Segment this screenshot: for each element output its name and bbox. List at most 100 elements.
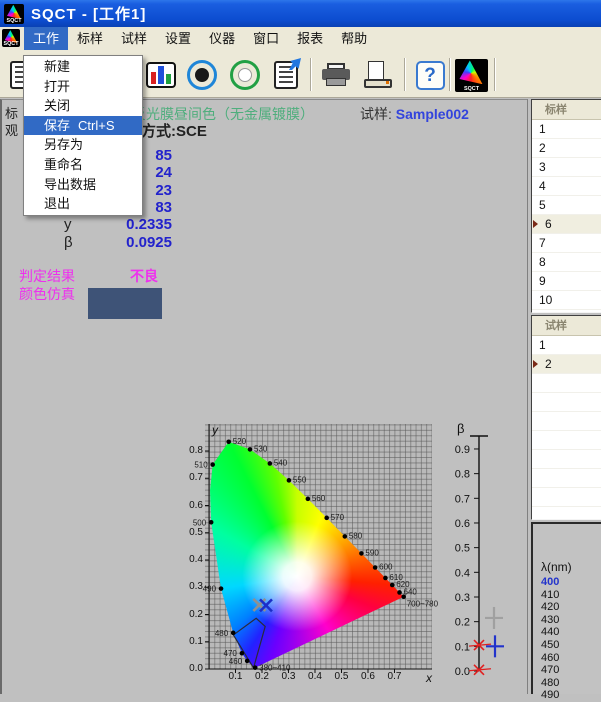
context-menu-item[interactable]: 导出数据 <box>24 175 142 195</box>
menubar-item[interactable]: 报表 <box>288 27 332 50</box>
wavelength-item[interactable]: 420 <box>533 601 601 614</box>
bar-chart-icon <box>146 62 176 88</box>
x-tick-label: 0.2 <box>250 671 274 682</box>
context-menu-item[interactable]: 重命名 <box>24 155 142 175</box>
svg-text:0.0: 0.0 <box>455 666 470 678</box>
printer-icon <box>322 63 350 87</box>
wavelength-item[interactable]: 430 <box>533 614 601 627</box>
list-item[interactable]: 8 <box>532 253 601 272</box>
list-item-label: 8 <box>539 255 546 269</box>
wavelength-panel: λ(nm) 400410420430440450460470480490 <box>531 522 601 694</box>
context-menu-item[interactable]: 另存为 <box>24 135 142 155</box>
empty-list-row[interactable] <box>532 469 601 488</box>
child-window-icon[interactable]: SQCT <box>2 29 20 47</box>
list-item-label: 3 <box>539 160 546 174</box>
x-tick-label: 0.6 <box>356 671 380 682</box>
x-tick-label: 0.5 <box>330 671 354 682</box>
wavelength-item[interactable]: 450 <box>533 639 601 652</box>
svg-text:590: 590 <box>365 548 379 557</box>
empty-list-row[interactable] <box>532 431 601 450</box>
menubar-item[interactable]: 仪器 <box>200 27 244 50</box>
svg-text:570: 570 <box>331 513 345 522</box>
toolbar-separator <box>310 58 312 91</box>
measure-standard-button[interactable] <box>184 57 220 93</box>
list-item-label: 11 <box>539 312 551 313</box>
help-icon: ? <box>416 61 445 90</box>
color-simulation-swatch <box>88 288 162 319</box>
result-badge: 不良 <box>130 266 158 286</box>
list-item[interactable]: 9 <box>532 272 601 291</box>
wavelength-item[interactable]: 440 <box>533 626 601 639</box>
x-tick-label: 0.7 <box>383 671 407 682</box>
menubar-item[interactable]: 窗口 <box>244 27 288 50</box>
context-menu-item[interactable]: 关闭 <box>24 96 142 116</box>
wavelength-item[interactable]: 470 <box>533 664 601 677</box>
list-item[interactable]: 4 <box>532 177 601 196</box>
empty-list-row[interactable] <box>532 507 601 520</box>
empty-list-row[interactable] <box>532 374 601 393</box>
sample-value: Sample002 <box>396 106 469 122</box>
export-report-button[interactable] <box>268 57 304 93</box>
context-menu-item[interactable]: 退出 <box>24 194 142 214</box>
y-tick-label: 0.2 <box>179 609 203 620</box>
tolerance-high-marker <box>469 640 491 650</box>
help-button[interactable]: ? <box>412 57 448 93</box>
about-sqct-button[interactable]: SQCT <box>453 57 489 93</box>
empty-list-row[interactable] <box>532 393 601 412</box>
app-logo-icon: SQCT <box>4 4 24 24</box>
mode-text: 方式:SCE <box>141 120 207 141</box>
svg-text:480: 480 <box>215 629 229 638</box>
wavelength-item[interactable]: 400 <box>533 576 601 589</box>
list-item[interactable]: 2 <box>532 355 601 374</box>
svg-text:0.6: 0.6 <box>455 518 470 530</box>
list-item[interactable]: 6 <box>532 215 601 234</box>
svg-text:520: 520 <box>233 437 247 446</box>
toolbar-separator <box>404 58 406 91</box>
print-button[interactable] <box>318 57 354 93</box>
calibrate-button[interactable] <box>227 57 263 93</box>
y-tick-label: 0.1 <box>179 636 203 647</box>
chromaticity-plot: 380~410460470480490500510520530540550560… <box>205 424 432 669</box>
empty-list-row[interactable] <box>532 488 601 507</box>
list-item[interactable]: 7 <box>532 234 601 253</box>
menubar-item[interactable]: 帮助 <box>332 27 376 50</box>
list-item[interactable]: 10 <box>532 291 601 310</box>
empty-list-row[interactable] <box>532 412 601 431</box>
sample-beta-marker <box>486 635 504 657</box>
wavelength-item[interactable]: 490 <box>533 689 601 702</box>
empty-list-row[interactable] <box>532 450 601 469</box>
context-menu-item[interactable]: 保存Ctrl+S <box>24 116 142 136</box>
calibrate-ring-icon <box>230 60 260 90</box>
wavelength-item[interactable]: 460 <box>533 652 601 665</box>
sample-name-line: 试样: Sample002 <box>360 104 469 124</box>
menubar-item[interactable]: 标样 <box>68 27 112 50</box>
list-item[interactable]: 1 <box>532 336 601 355</box>
menubar-item[interactable]: 设置 <box>156 27 200 50</box>
svg-text:470: 470 <box>224 649 238 658</box>
wavelength-item[interactable]: 480 <box>533 677 601 690</box>
svg-text:0.1: 0.1 <box>455 641 470 653</box>
list-item-label: 7 <box>539 236 546 250</box>
list-item[interactable]: 2 <box>532 139 601 158</box>
color-simulation-label: 颜色仿真 <box>19 284 75 304</box>
sqct-logo-icon: SQCT <box>455 59 488 92</box>
wavelength-item[interactable]: 410 <box>533 589 601 602</box>
print-preview-button[interactable] <box>360 57 396 93</box>
list-item[interactable]: 1 <box>532 120 601 139</box>
menubar-item[interactable]: 试样 <box>112 27 156 50</box>
chart-view-button[interactable] <box>143 57 179 93</box>
tolerance-low-marker <box>469 665 491 675</box>
svg-text:490: 490 <box>203 585 217 594</box>
list-item[interactable]: 11 <box>532 310 601 313</box>
y-axis-label: y <box>212 423 218 437</box>
test-list-panel: 试样 12 <box>531 315 601 520</box>
selected-row-marker <box>533 360 538 368</box>
context-menu-item[interactable]: 新建 <box>24 57 142 77</box>
print-preview-icon <box>364 61 392 89</box>
context-menu-item[interactable]: 打开 <box>24 77 142 97</box>
menubar-item[interactable]: 工作 <box>24 27 68 50</box>
list-item[interactable]: 5 <box>532 196 601 215</box>
measurement-value: 0.0925 <box>72 234 172 251</box>
selected-row-marker <box>533 220 538 228</box>
list-item[interactable]: 3 <box>532 158 601 177</box>
